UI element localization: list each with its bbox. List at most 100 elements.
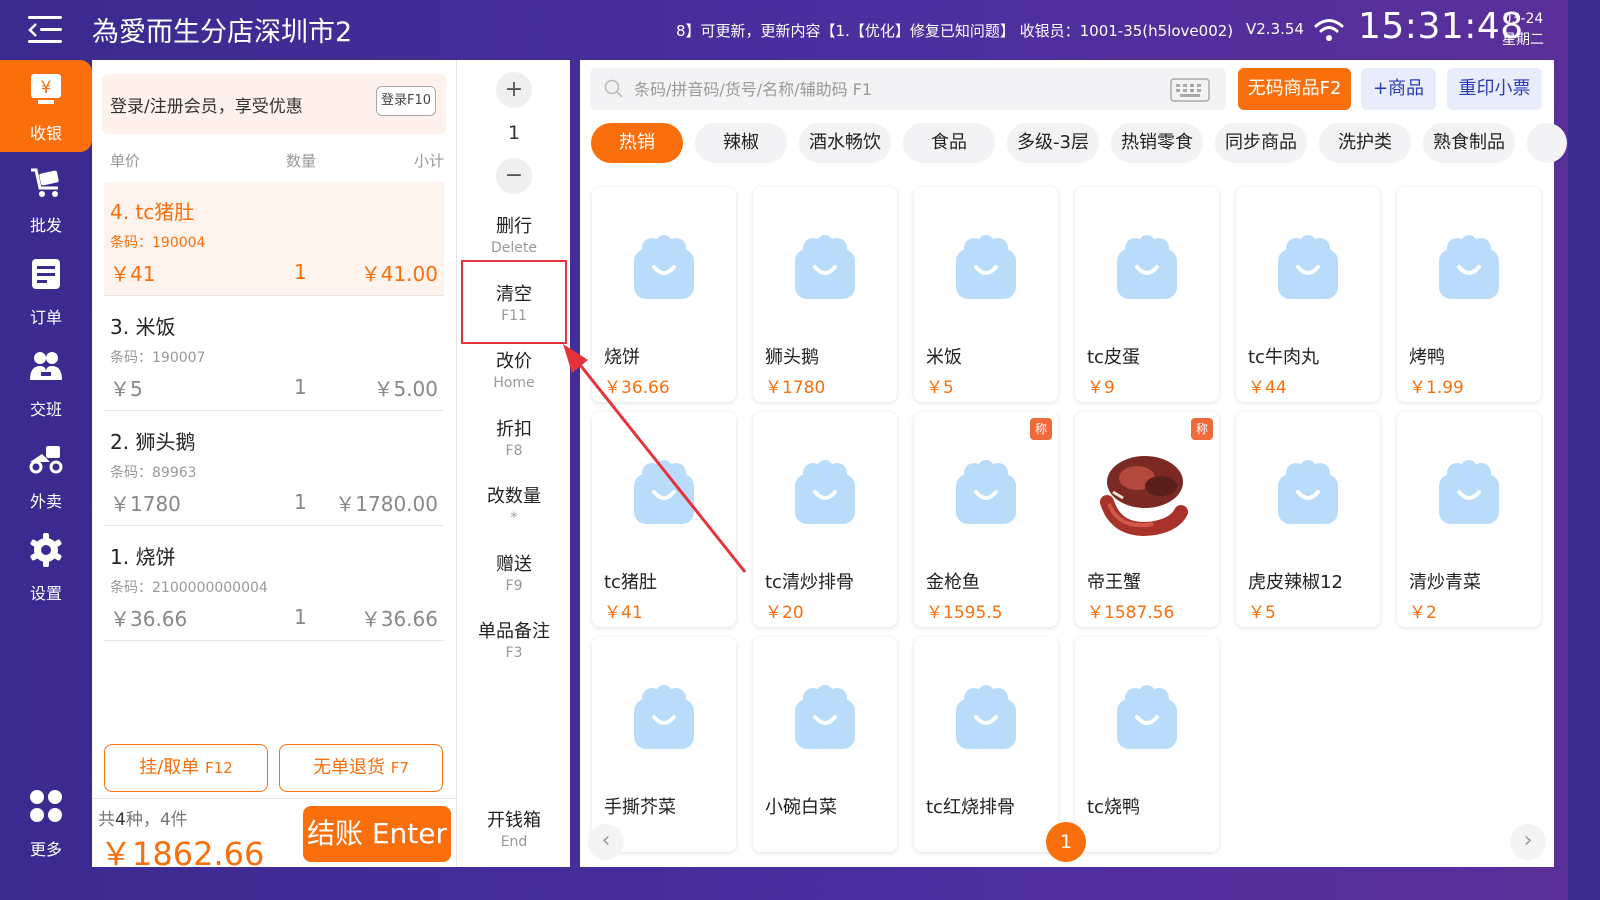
product-name: 米饭 <box>926 347 962 368</box>
product-card[interactable]: 狮头鹅 ￥1780 <box>753 187 897 402</box>
delete-row-button[interactable]: 删行 Delete <box>457 210 571 266</box>
clock-date: 03-24 星期二 <box>1500 9 1546 51</box>
category-tab[interactable]: 辣椒 <box>695 123 787 163</box>
member-login-bar[interactable]: 登录/注册会员，享受优惠 登录F10 <box>102 74 446 134</box>
gift-button[interactable]: 赠送 F9 <box>457 548 571 604</box>
product-card[interactable]: 米饭 ￥5 <box>914 187 1058 402</box>
category-tab[interactable]: 洗护类 <box>1319 123 1411 163</box>
product-card[interactable]: 烤鸭 ￥1.99 <box>1397 187 1541 402</box>
product-card[interactable]: 称帝王蟹 ￥1587.56 <box>1075 412 1219 627</box>
item-note-button[interactable]: 单品备注 F3 <box>457 615 571 671</box>
cart-item-price: ￥1780 <box>110 492 181 516</box>
clear-cart-button[interactable]: 清空 F11 <box>457 278 571 334</box>
category-tab-overflow[interactable] <box>1527 123 1567 163</box>
product-price: ￥1.99 <box>1409 378 1464 398</box>
nav-item-wholesale[interactable]: 批发 <box>0 152 92 244</box>
reprint-receipt-button[interactable]: 重印小票 <box>1447 68 1542 110</box>
nav-item-orders[interactable]: 订单 <box>0 244 92 336</box>
nav-item-delivery[interactable]: 外卖 <box>0 428 92 520</box>
update-notice[interactable]: 8】可更新，更新内容【1.【优化】修复已知问题】 收银员：1001-35(h5l… <box>676 20 1233 41</box>
add-product-button[interactable]: +商品 <box>1361 68 1436 110</box>
product-name: tc猪肚 <box>604 572 657 593</box>
prev-page-button[interactable]: ‹ <box>588 824 624 860</box>
cart-item-name: 3. 米饭 <box>110 315 176 339</box>
menu-icon[interactable] <box>28 14 62 46</box>
product-name: 烧饼 <box>604 347 640 368</box>
category-tab[interactable]: 同步商品 <box>1215 123 1307 163</box>
nav-item-more[interactable]: 更多 <box>0 776 92 868</box>
cart-item-row[interactable]: 3. 米饭 条码：190007 ￥5 1 ￥5.00 <box>104 297 444 411</box>
cart-item-row[interactable]: 2. 狮头鹅 条码：89963 ￥1780 1 ￥1780.00 <box>104 412 444 526</box>
product-card[interactable]: 小碗白菜 <box>753 637 897 852</box>
product-card[interactable]: 清炒青菜 ￥2 <box>1397 412 1541 627</box>
category-tab[interactable]: 食品 <box>903 123 995 163</box>
keyboard-icon[interactable] <box>1170 78 1210 102</box>
product-card[interactable]: 手撕芥菜 <box>592 637 736 852</box>
product-card[interactable]: tc清炒排骨 ￥20 <box>753 412 897 627</box>
change-price-button[interactable]: 改价 Home <box>457 345 571 401</box>
nav-item-settings[interactable]: 设置 <box>0 520 92 612</box>
product-placeholder-icon <box>952 460 1020 528</box>
gear-icon <box>30 533 62 567</box>
product-price: ￥1780 <box>765 378 826 398</box>
nav-label: 收银 <box>29 124 62 143</box>
product-name: tc清炒排骨 <box>765 572 854 593</box>
category-tab[interactable]: 热销 <box>591 123 683 163</box>
category-tab[interactable]: 多级-3层 <box>1007 123 1099 163</box>
cart-item-price: ￥41 <box>110 262 156 286</box>
decrease-qty-button[interactable]: − <box>496 158 532 194</box>
member-login-button[interactable]: 登录F10 <box>376 86 436 116</box>
function-key: F9 <box>505 577 523 594</box>
category-tab[interactable]: 热销零食 <box>1111 123 1203 163</box>
product-card[interactable]: 称金枪鱼 ￥1595.5 <box>914 412 1058 627</box>
product-name: 金枪鱼 <box>926 572 980 593</box>
refund-button[interactable]: 无单退货 F7 <box>279 744 443 792</box>
increase-qty-button[interactable]: + <box>496 72 532 108</box>
product-price: ￥20 <box>765 603 804 623</box>
product-card[interactable]: tc猪肚 ￥41 <box>592 412 736 627</box>
product-price: ￥41 <box>604 603 643 623</box>
discount-button[interactable]: 折扣 F8 <box>457 413 571 469</box>
product-photo <box>1097 442 1197 542</box>
cart-item-subtotal: ￥36.66 <box>360 607 438 631</box>
search-input[interactable] <box>634 68 1154 110</box>
page-number[interactable]: 1 <box>1046 822 1086 862</box>
no-barcode-product-button[interactable]: 无码商品F2 <box>1238 68 1351 110</box>
function-label: 折扣 <box>496 418 532 440</box>
product-card[interactable]: tc皮蛋 ￥9 <box>1075 187 1219 402</box>
function-key: Delete <box>491 240 537 256</box>
open-cash-drawer-button[interactable]: 开钱箱 End <box>457 804 571 860</box>
order-icon <box>32 259 60 289</box>
category-tab[interactable]: 熟食制品 <box>1423 123 1515 163</box>
product-placeholder-icon <box>952 685 1020 753</box>
product-price: ￥1595.5 <box>926 603 1003 623</box>
product-card[interactable]: tc牛肉丸 ￥44 <box>1236 187 1380 402</box>
change-qty-button[interactable]: 改数量 * <box>457 480 571 536</box>
cart-item-row[interactable]: 4. tc猪肚 条码：190004 ￥41 1 ￥41.00 <box>104 182 444 296</box>
product-card[interactable]: tc烧鸭 <box>1075 637 1219 852</box>
checkout-button[interactable]: 结账 Enter <box>303 806 451 862</box>
nav-item-shift[interactable]: 交班 <box>0 336 92 428</box>
date-text: 03-24 <box>1502 11 1544 27</box>
product-card[interactable]: 虎皮辣椒12 ￥5 <box>1236 412 1380 627</box>
summary-suffix: 种，4件 <box>125 810 188 830</box>
function-key: * <box>510 510 518 526</box>
weighed-badge: 称 <box>1191 418 1213 440</box>
product-name: tc牛肉丸 <box>1248 347 1319 368</box>
product-card[interactable]: 烧饼 ￥36.66 <box>592 187 736 402</box>
wifi-icon <box>1314 19 1344 41</box>
product-card[interactable]: tc红烧排骨 <box>914 637 1058 852</box>
product-name: tc红烧排骨 <box>926 797 1015 818</box>
hold-order-button[interactable]: 挂/取单 F12 <box>104 744 268 792</box>
weekday-text: 星期二 <box>1502 32 1544 48</box>
function-key: F8 <box>505 442 523 459</box>
nav-label: 订单 <box>29 308 62 327</box>
product-placeholder-icon <box>791 235 859 303</box>
cart-item-qty: 1 <box>294 260 307 284</box>
cart-item-row[interactable]: 1. 烧饼 条码：2100000000004 ￥36.66 1 ￥36.66 <box>104 527 444 641</box>
member-prompt: 登录/注册会员，享受优惠 <box>110 97 303 117</box>
next-page-button[interactable]: › <box>1510 824 1546 860</box>
nav-item-cashier[interactable]: ¥ 收银 <box>0 60 92 152</box>
category-tab[interactable]: 酒水畅饮 <box>799 123 891 163</box>
cart-item-barcode: 条码：190004 <box>110 235 206 251</box>
